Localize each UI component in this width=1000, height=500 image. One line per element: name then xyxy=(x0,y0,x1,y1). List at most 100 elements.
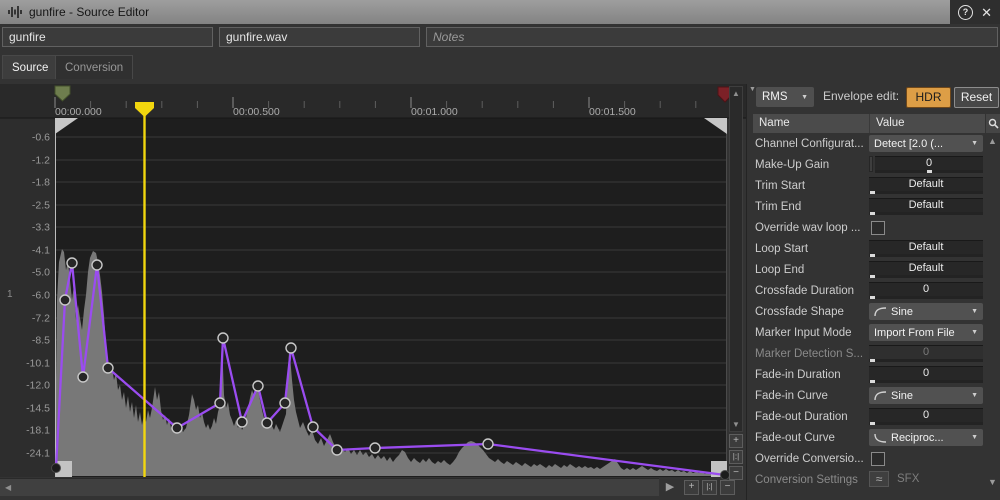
search-button[interactable] xyxy=(985,114,1000,133)
input-value[interactable]: 0 xyxy=(875,156,983,170)
tab-conversion[interactable]: Conversion xyxy=(55,55,133,79)
value-slider-handle[interactable] xyxy=(927,170,932,173)
notes-input[interactable] xyxy=(426,27,998,47)
value-slider-handle[interactable] xyxy=(870,296,875,299)
tab-source[interactable]: Source xyxy=(2,55,58,79)
envelope-mode-dropdown[interactable]: RMS ▼ xyxy=(756,87,814,107)
scroll-up-icon[interactable]: ▲ xyxy=(730,89,742,98)
v-zoom-in-button[interactable]: + xyxy=(729,434,743,448)
h-zoom-fit-button[interactable]: |:| xyxy=(702,480,717,495)
dropdown-value: Sine xyxy=(891,390,971,402)
crossfade-duration-input[interactable]: 0 xyxy=(869,282,983,299)
object-name-input[interactable] xyxy=(2,27,213,47)
envelope-point[interactable] xyxy=(237,417,247,427)
envelope-point[interactable] xyxy=(92,260,102,270)
value-slider-track[interactable] xyxy=(869,254,983,257)
envelope-point[interactable] xyxy=(262,418,272,428)
value-slider-handle[interactable] xyxy=(870,359,875,362)
value-slider-handle[interactable] xyxy=(870,422,875,425)
input-value[interactable]: 0 xyxy=(869,345,983,359)
input-value[interactable]: Default xyxy=(869,177,983,191)
input-value[interactable]: Default xyxy=(869,198,983,212)
property-value-cell: Default xyxy=(869,259,985,280)
envelope-point[interactable] xyxy=(67,258,77,268)
input-value[interactable]: 0 xyxy=(869,366,983,380)
envelope-point[interactable] xyxy=(280,398,290,408)
envelope-point[interactable] xyxy=(253,381,263,391)
envelope-point[interactable] xyxy=(103,363,113,373)
envelope-point[interactable] xyxy=(286,343,296,353)
tab-bar: Source Conversion xyxy=(0,52,1000,80)
trim-end-input[interactable]: Default xyxy=(869,198,983,215)
value-slider-track[interactable] xyxy=(869,422,983,425)
play-button[interactable]: ▶ xyxy=(662,480,678,495)
crossfade-shape-dropdown[interactable]: Sine▼ xyxy=(869,303,983,320)
envelope-point[interactable] xyxy=(218,333,228,343)
envelope-point[interactable] xyxy=(370,443,380,453)
value-slider-handle[interactable] xyxy=(870,191,875,194)
close-button[interactable]: ✕ xyxy=(981,6,992,19)
property-row-loop-end: Loop EndDefault xyxy=(753,259,985,280)
value-slider-handle[interactable] xyxy=(870,254,875,257)
table-scroll-down-icon[interactable]: ▼ xyxy=(985,477,1000,487)
chevron-down-icon: ▼ xyxy=(971,140,978,147)
property-table-header: Name Value xyxy=(753,114,985,133)
make-up-gain-input[interactable]: 0 xyxy=(869,156,983,173)
fade-out-duration-input[interactable]: 0 xyxy=(869,408,983,425)
timeline-label: 00:00.000 xyxy=(55,106,102,118)
envelope-point[interactable] xyxy=(172,423,182,433)
v-zoom-fit-button[interactable]: |:| xyxy=(729,450,743,464)
marker-detection-s-input[interactable]: 0 xyxy=(869,345,983,362)
fade-in-curve-dropdown[interactable]: Sine▼ xyxy=(869,387,983,404)
input-value[interactable]: 0 xyxy=(869,408,983,422)
input-value[interactable]: 0 xyxy=(869,282,983,296)
fade-in-duration-input[interactable]: 0 xyxy=(869,366,983,383)
vertical-scrollbar[interactable]: ▲ ▼ xyxy=(729,86,743,432)
reset-button[interactable]: Reset xyxy=(954,87,999,108)
input-value[interactable]: Default xyxy=(869,240,983,254)
envelope-point[interactable] xyxy=(78,372,88,382)
hdr-toggle-button[interactable]: HDR xyxy=(906,87,951,108)
value-slider-track[interactable] xyxy=(869,212,983,215)
envelope-point[interactable] xyxy=(215,398,225,408)
input-value[interactable]: Default xyxy=(869,261,983,275)
envelope-point[interactable] xyxy=(332,445,342,455)
property-row-override-wav-loop: Override wav loop ... xyxy=(753,217,985,238)
channel-configurat-dropdown[interactable]: Detect [2.0 (...▼ xyxy=(869,135,983,152)
envelope-point[interactable] xyxy=(60,295,70,305)
h-zoom-in-button[interactable]: + xyxy=(684,480,699,495)
db-tick-label: -18.1 xyxy=(26,425,50,437)
conversion-settings-selector[interactable]: ≈SFX xyxy=(869,471,919,487)
scroll-left-icon[interactable]: ◀ xyxy=(5,483,11,492)
wav-file-input[interactable] xyxy=(219,27,420,47)
value-slider-track[interactable] xyxy=(869,296,983,299)
value-slider-track[interactable] xyxy=(869,275,983,278)
v-zoom-out-button[interactable]: − xyxy=(729,466,743,480)
value-slider-track[interactable] xyxy=(869,359,983,362)
fade-out-curve-dropdown[interactable]: Reciproc...▼ xyxy=(869,429,983,446)
value-slider-handle[interactable] xyxy=(870,380,875,383)
horizontal-scrollbar[interactable]: ◀ xyxy=(0,478,659,496)
value-slider-track[interactable] xyxy=(869,380,983,383)
panel-collapse-icon[interactable]: ▼ xyxy=(749,86,756,93)
help-button[interactable]: ? xyxy=(958,5,973,20)
value-slider-track[interactable] xyxy=(875,170,983,173)
loop-end-input[interactable]: Default xyxy=(869,261,983,278)
h-zoom-out-button[interactable]: − xyxy=(720,480,735,495)
envelope-point[interactable] xyxy=(483,439,493,449)
value-slider-track[interactable] xyxy=(869,191,983,194)
value-slider-handle[interactable] xyxy=(870,212,875,215)
loop-start-input[interactable]: Default xyxy=(869,240,983,257)
envelope-point[interactable] xyxy=(308,422,318,432)
marker-input-mode-dropdown[interactable]: Import From File▼ xyxy=(869,324,983,341)
value-spinner[interactable] xyxy=(869,156,873,172)
envelope-point[interactable] xyxy=(52,464,61,473)
scroll-down-icon[interactable]: ▼ xyxy=(730,420,742,429)
override-wav-loop-checkbox[interactable] xyxy=(871,221,885,235)
trim-start-input[interactable]: Default xyxy=(869,177,983,194)
timeline-label: 00:01.000 xyxy=(411,106,458,118)
value-slider-handle[interactable] xyxy=(870,275,875,278)
override-conversio-checkbox[interactable] xyxy=(871,452,885,466)
property-name: Loop Start xyxy=(753,243,869,255)
table-scroll-up-icon[interactable]: ▲ xyxy=(985,136,1000,146)
